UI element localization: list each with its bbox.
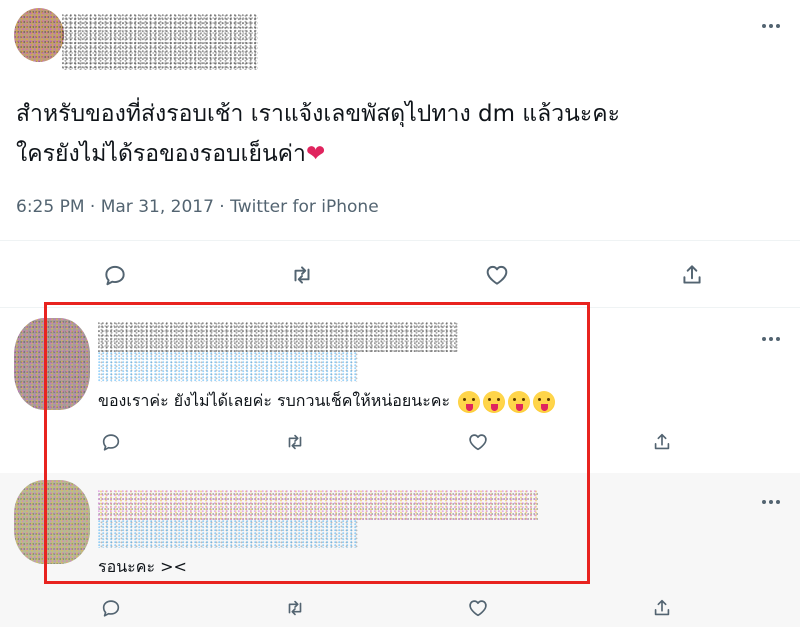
reply-1-more-button[interactable] <box>762 337 780 341</box>
tweet-text-line-2: ใครยังไม่ได้รอของรอบเย็นค่า❤ <box>16 134 776 174</box>
reply-icon[interactable] <box>102 262 128 288</box>
reply-1-handle-blurred[interactable] <box>98 352 358 382</box>
tweet-text-line-1: สำหรับของที่ส่งรอบเช้า เราแจ้งเลขพัสดุไป… <box>16 101 620 127</box>
reply-2-retweet-icon[interactable] <box>284 597 306 619</box>
meta-separator: · <box>84 197 101 217</box>
more-icon-dot <box>769 24 773 28</box>
tongue-out-emoji <box>483 390 506 413</box>
more-icon-dot <box>776 24 780 28</box>
reply-2-author-name-blurred[interactable] <box>98 490 538 520</box>
more-icon-dot <box>776 500 780 504</box>
more-icon-dot <box>762 24 766 28</box>
reply-2-more-button[interactable] <box>762 500 780 504</box>
reply-2-avatar[interactable] <box>14 480 90 564</box>
heart-emoji: ❤ <box>305 141 326 167</box>
tongue-out-emoji <box>508 390 531 413</box>
tweet-text-line-2-words: ใครยังไม่ได้รอของรอบเย็นค่า <box>16 141 306 167</box>
share-icon[interactable] <box>679 262 705 288</box>
tweet-text: สำหรับของที่ส่งรอบเช้า เราแจ้งเลขพัสดุไป… <box>16 94 776 174</box>
reply-2-text: รอนะคะ >< <box>98 557 187 576</box>
author-name-blurred[interactable] <box>62 14 258 70</box>
more-icon-dot <box>762 500 766 504</box>
reply-2-like-icon[interactable] <box>467 597 489 619</box>
reply-1-retweet-icon[interactable] <box>284 431 306 453</box>
tweet-source[interactable]: Twitter for iPhone <box>230 197 379 217</box>
reply-1-share-icon[interactable] <box>651 431 673 453</box>
more-icon-dot <box>776 337 780 341</box>
tweet-date[interactable]: Mar 31, 2017 <box>101 197 214 217</box>
more-icon-dot <box>762 337 766 341</box>
author-avatar[interactable] <box>14 8 64 62</box>
reply-2-reply-icon[interactable] <box>100 597 122 619</box>
reply-1-text: ของเราค่ะ ยังไม่ได้เลยค่ะ รบกวนเช็คให้หน… <box>98 389 556 414</box>
more-icon-dot <box>769 337 773 341</box>
reply-2-handle-blurred[interactable] <box>98 520 358 548</box>
tweet-time[interactable]: 6:25 PM <box>16 197 85 217</box>
reply-1-like-icon[interactable] <box>467 431 489 453</box>
tweet-meta: 6:25 PM · Mar 31, 2017 · Twitter for iPh… <box>16 197 379 217</box>
reply-1-author-name-blurred[interactable] <box>98 322 458 352</box>
divider <box>0 307 800 308</box>
reply-1-text-words: ของเราค่ะ ยังไม่ได้เลยค่ะ รบกวนเช็คให้หน… <box>98 391 451 410</box>
like-icon[interactable] <box>484 262 510 288</box>
more-icon-dot <box>769 500 773 504</box>
meta-separator: · <box>213 197 231 217</box>
tweet-more-button[interactable] <box>762 24 780 28</box>
reply-1-reply-icon[interactable] <box>100 431 122 453</box>
reply-2-share-icon[interactable] <box>651 597 673 619</box>
divider <box>0 240 800 241</box>
tongue-out-emoji <box>458 390 481 413</box>
tongue-out-emoji <box>533 390 556 413</box>
reply-1-avatar[interactable] <box>14 318 90 410</box>
retweet-icon[interactable] <box>289 262 315 288</box>
